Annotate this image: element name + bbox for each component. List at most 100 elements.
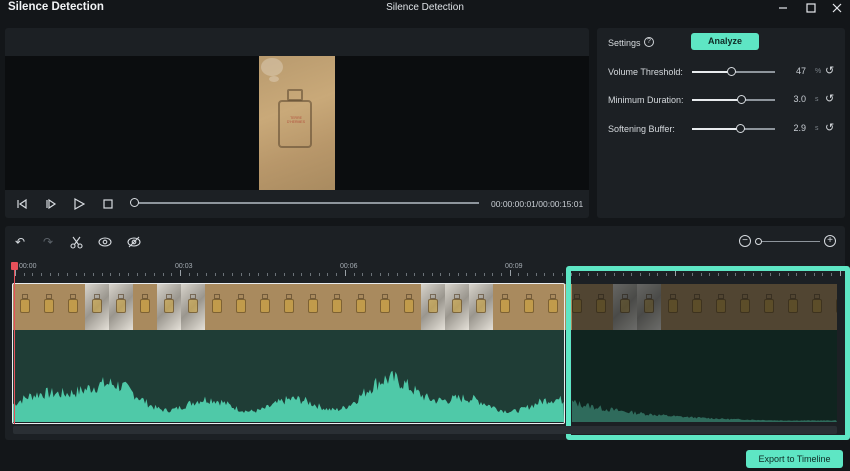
ruler-tick <box>232 273 233 276</box>
settings-panel: Settings ? Analyze Volume Threshold: 47 … <box>597 28 845 218</box>
close-icon[interactable] <box>824 0 850 16</box>
ruler-tick <box>145 273 147 276</box>
ruler-tick <box>535 273 537 276</box>
ruler-tick <box>344 270 346 276</box>
ruler-label: 00:03 <box>175 263 193 270</box>
ruler-tick <box>449 273 450 276</box>
ruler-tick <box>162 273 164 276</box>
softening-buffer-unit: s <box>815 125 819 132</box>
ruler-label: 00:06 <box>340 263 358 270</box>
redo-icon[interactable]: ↷ <box>41 235 55 249</box>
video-preview[interactable]: TERRE D'HERMES <box>5 56 589 190</box>
volume-threshold-label: Volume Threshold: <box>608 67 683 77</box>
softening-buffer-label: Softening Buffer: <box>608 124 675 134</box>
bottle-shape <box>278 100 312 148</box>
ruler-tick <box>275 273 277 276</box>
ruler-tick <box>110 273 112 276</box>
ruler-tick <box>75 273 77 276</box>
slider-handle[interactable] <box>736 124 746 133</box>
maximize-icon[interactable] <box>798 0 824 16</box>
timeline-panel: ↶ ↷ − + 00:00 00:03 00:06 00:09 <box>5 226 850 440</box>
ruler-tick <box>136 273 138 276</box>
ruler-tick <box>266 273 268 276</box>
zoom-slider[interactable] <box>760 241 820 242</box>
ruler-tick <box>501 273 503 276</box>
ruler-tick <box>440 273 442 276</box>
ruler-tick <box>561 273 563 276</box>
ruler-tick <box>492 273 494 276</box>
help-icon[interactable]: ? <box>644 37 654 47</box>
export-to-timeline-button[interactable]: Export to Timeline <box>746 450 843 468</box>
zoom-handle[interactable] <box>755 238 762 245</box>
slider-fill <box>692 99 741 101</box>
ruler-tick <box>67 273 69 276</box>
ruler-tick <box>370 273 372 276</box>
ruler-tick <box>249 273 251 276</box>
playhead-handle[interactable] <box>11 262 18 270</box>
eye-off-icon[interactable] <box>127 235 141 249</box>
ruler-tick <box>422 273 424 276</box>
ruler-tick <box>527 273 529 276</box>
minimize-icon[interactable] <box>770 0 796 16</box>
ruler-tick <box>553 273 555 276</box>
analyze-button[interactable]: Analyze <box>691 33 759 50</box>
ruler-tick <box>101 273 103 276</box>
ruler-tick <box>318 273 320 276</box>
zoom-in-button[interactable]: + <box>824 235 836 247</box>
ruler-tick <box>414 273 416 276</box>
ruler-label: 00:09 <box>505 263 523 270</box>
playhead[interactable] <box>14 270 15 424</box>
scrubber-handle[interactable] <box>130 198 139 207</box>
volume-threshold-value: 47 <box>795 66 806 76</box>
ruler-tick <box>205 273 207 276</box>
slider-fill <box>692 128 741 130</box>
ruler-tick <box>179 270 181 276</box>
minimum-duration-label: Minimum Duration: <box>608 95 684 105</box>
stop-icon[interactable] <box>101 197 115 211</box>
reset-icon[interactable]: ↺ <box>825 94 835 105</box>
ruler-tick <box>214 273 216 276</box>
softening-buffer-value: 2.9 <box>793 123 806 133</box>
ruler-tick <box>301 273 303 276</box>
ruler-tick <box>292 273 294 276</box>
eye-icon[interactable] <box>98 235 112 249</box>
timecode: 00:00:00:01/00:00:15:01 <box>491 199 584 209</box>
reset-icon[interactable]: ↺ <box>825 123 835 134</box>
selected-clip-border <box>12 283 565 424</box>
ruler-tick <box>188 273 190 276</box>
reset-icon[interactable]: ↺ <box>825 66 835 77</box>
slider-handle[interactable] <box>727 67 736 76</box>
ruler-tick <box>49 273 51 276</box>
volume-threshold-unit: % <box>815 68 822 75</box>
ruler-tick <box>336 273 338 276</box>
ruler-tick <box>396 273 398 276</box>
ruler-tick <box>431 273 433 276</box>
ruler-tick <box>84 273 86 276</box>
preview-panel: TERRE D'HERMES 00:00:00:01/00:00:15:01 <box>5 28 589 218</box>
next-frame-icon[interactable] <box>44 197 58 211</box>
minimum-duration-value: 3.0 <box>793 94 806 104</box>
ruler-tick <box>544 273 546 276</box>
volume-threshold-slider[interactable] <box>692 67 775 76</box>
previous-frame-icon[interactable] <box>15 197 29 211</box>
undo-icon[interactable]: ↶ <box>13 235 27 249</box>
window-title: Silence Detection <box>386 2 464 13</box>
play-icon[interactable] <box>72 197 86 211</box>
ruler-tick <box>475 273 477 276</box>
timeline-scrollbar[interactable] <box>13 426 837 434</box>
minimum-duration-unit: s <box>815 96 819 103</box>
ruler-tick <box>58 273 60 276</box>
ruler-tick <box>258 273 260 276</box>
slider-handle[interactable] <box>736 95 746 104</box>
ruler-tick <box>379 273 381 276</box>
scissors-icon[interactable] <box>69 235 83 249</box>
ruler-tick <box>353 273 355 276</box>
ruler-tick <box>15 270 16 276</box>
ruler-tick <box>127 273 129 276</box>
ruler-tick <box>119 273 121 276</box>
ruler-tick <box>509 270 511 276</box>
playback-scrubber[interactable] <box>135 202 479 204</box>
softening-buffer-slider[interactable] <box>692 124 775 133</box>
minimum-duration-slider[interactable] <box>692 95 775 104</box>
zoom-out-button[interactable]: − <box>739 235 751 247</box>
